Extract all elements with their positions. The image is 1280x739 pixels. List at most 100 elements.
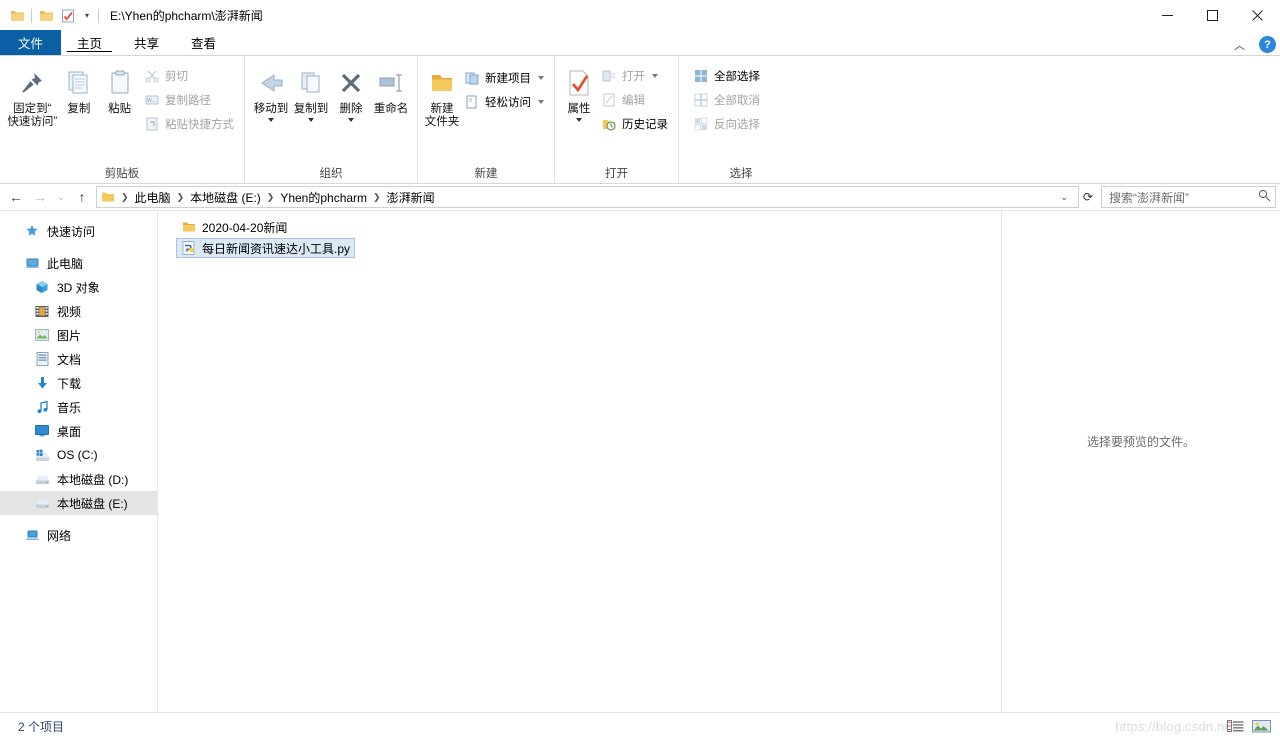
pin-to-quick-access-button[interactable]: 固定到“ 快速访问”: [6, 62, 59, 136]
up-button[interactable]: ↑: [70, 185, 94, 209]
file-item-python[interactable]: 每日新闻资讯速达小工具.py: [176, 238, 356, 258]
windows-drive-icon: [34, 447, 50, 463]
breadcrumb-item-current[interactable]: 澎湃新闻: [385, 189, 437, 206]
tab-share[interactable]: 共享: [118, 30, 175, 55]
invert-selection-button[interactable]: 反向选择: [689, 112, 764, 136]
address-input[interactable]: ❯ 此电脑 ❯ 本地磁盘 (E:) ❯ Yhen的phcharm ❯ 澎湃新闻 …: [96, 186, 1079, 208]
select-none-icon: [693, 92, 709, 108]
network-icon: [24, 527, 40, 543]
chevron-down-icon[interactable]: [652, 74, 658, 78]
delete-button[interactable]: 删除: [331, 62, 371, 136]
chevron-down-icon[interactable]: [268, 118, 274, 122]
breadcrumb-item-this-pc[interactable]: 此电脑: [133, 189, 173, 206]
minimize-button[interactable]: [1145, 0, 1190, 31]
sidebar-label: 文档: [57, 352, 82, 367]
ribbon-group-organize: 移动到 复制到 删除 重命名 组织: [245, 56, 418, 183]
chevron-up-icon[interactable]: ︿: [1228, 37, 1251, 53]
close-button[interactable]: [1235, 0, 1280, 31]
maximize-button[interactable]: [1190, 0, 1235, 31]
breadcrumb-item-pycharm[interactable]: Yhen的phcharm: [278, 189, 369, 206]
details-view-icon[interactable]: [1224, 717, 1246, 737]
large-icons-view-icon[interactable]: [1250, 717, 1272, 737]
chevron-down-icon[interactable]: [308, 118, 314, 122]
sidebar-item-disk-d[interactable]: 本地磁盘 (D:): [0, 467, 157, 491]
cut-button[interactable]: 剪切: [140, 64, 238, 88]
chevron-down-icon[interactable]: [576, 118, 582, 122]
history-label: 历史记录: [622, 119, 668, 131]
chevron-down-icon[interactable]: [538, 76, 544, 80]
edit-button[interactable]: 编辑: [597, 88, 672, 112]
search-placeholder: 搜索“澎湃新闻”: [1109, 190, 1189, 205]
sidebar-item-downloads[interactable]: 下载: [0, 371, 157, 395]
help-button[interactable]: ?: [1259, 36, 1276, 53]
invert-selection-label: 反向选择: [714, 119, 760, 131]
back-button[interactable]: ←: [4, 185, 28, 209]
address-actions: ⌄: [1054, 192, 1074, 203]
sidebar-item-this-pc[interactable]: 此电脑: [0, 251, 157, 275]
easy-access-label: 轻松访问: [485, 97, 531, 109]
sidebar-item-documents[interactable]: 文档: [0, 347, 157, 371]
select-none-button[interactable]: 全部取消: [689, 88, 764, 112]
easy-access-button[interactable]: 轻松访问: [460, 90, 548, 114]
sidebar-label: 3D 对象: [57, 280, 100, 295]
copy-to-button[interactable]: 复制到: [291, 62, 331, 136]
copy-button[interactable]: 复制: [59, 62, 100, 136]
folder-icon[interactable]: [6, 5, 28, 27]
sidebar-item-music[interactable]: 音乐: [0, 395, 157, 419]
new-item-button[interactable]: 新建项目: [460, 66, 548, 90]
list-item[interactable]: 2020-04-20新闻: [170, 217, 1001, 238]
open-button[interactable]: 打开: [597, 64, 672, 88]
clipboard-small-buttons: 剪切 W... 复制路径 粘贴快捷方式: [140, 62, 238, 136]
invert-selection-icon: [693, 116, 709, 132]
breadcrumb-item-drive-e[interactable]: 本地磁盘 (E:): [188, 189, 263, 206]
paste-button[interactable]: 粘贴: [99, 62, 140, 136]
properties-label: 属性: [567, 103, 591, 115]
sidebar-item-os-c[interactable]: OS (C:): [0, 443, 157, 467]
list-item[interactable]: 每日新闻资讯速达小工具.py: [170, 238, 1001, 259]
forward-button[interactable]: →: [28, 185, 52, 209]
new-folder-button[interactable]: 新建 文件夹: [424, 62, 460, 136]
new-folder-label-1: 新建: [430, 103, 454, 115]
select-all-button[interactable]: 全部选择: [689, 64, 764, 88]
select-small-buttons: 全部选择 全部取消 反向选择: [689, 62, 764, 136]
recent-locations-button[interactable]: ⌄: [52, 185, 70, 209]
sidebar-item-disk-e[interactable]: 本地磁盘 (E:): [0, 491, 157, 515]
move-to-button[interactable]: 移动到: [251, 62, 291, 136]
chevron-down-icon[interactable]: [348, 118, 354, 122]
sidebar-item-quick-access[interactable]: 快速访问: [0, 219, 157, 243]
chevron-down-icon[interactable]: [538, 100, 544, 104]
rename-button[interactable]: 重命名: [371, 62, 411, 136]
select-all-label: 全部选择: [714, 71, 760, 83]
search-icon[interactable]: [1258, 189, 1271, 205]
videos-icon: [34, 303, 50, 319]
search-input[interactable]: 搜索“澎湃新闻”: [1101, 186, 1276, 208]
properties-icon[interactable]: [57, 5, 79, 27]
sidebar-item-network[interactable]: 网络: [0, 523, 157, 547]
quick-access-dropdown-icon[interactable]: ▾: [79, 5, 95, 27]
chevron-down-icon[interactable]: ⌄: [1054, 192, 1074, 203]
folder-icon[interactable]: [35, 5, 57, 27]
tab-home[interactable]: 主页: [61, 30, 118, 55]
sidebar-item-3d-objects[interactable]: 3D 对象: [0, 275, 157, 299]
item-count: 2 个项目: [18, 719, 65, 734]
properties-button[interactable]: 属性: [561, 62, 597, 136]
documents-icon: [34, 351, 50, 367]
sidebar-item-desktop[interactable]: 桌面: [0, 419, 157, 443]
file-item-folder[interactable]: 2020-04-20新闻: [176, 217, 292, 237]
new-small-buttons: 新建项目 轻松访问: [460, 62, 548, 114]
sidebar-item-videos[interactable]: 视频: [0, 299, 157, 323]
sidebar-item-pictures[interactable]: 图片: [0, 323, 157, 347]
navigation-pane[interactable]: 快速访问 此电脑 3D 对象 视频 图片 文档 下载 音乐 桌面 OS (C:)…: [0, 211, 158, 712]
star-icon: [24, 223, 40, 239]
refresh-icon[interactable]: ⟳: [1079, 190, 1097, 204]
history-button[interactable]: 历史记录: [597, 112, 672, 136]
sidebar-label: OS (C:): [57, 448, 98, 462]
paste-shortcut-button[interactable]: 粘贴快捷方式: [140, 112, 238, 136]
file-list[interactable]: 2020-04-20新闻 每日新闻资讯速达小工具.py: [158, 211, 1001, 712]
paste-label: 粘贴: [108, 103, 132, 115]
tab-view[interactable]: 查看: [175, 30, 232, 55]
tab-file[interactable]: 文件: [0, 30, 62, 55]
copy-path-button[interactable]: W... 复制路径: [140, 88, 238, 112]
pin-icon: [19, 66, 45, 100]
